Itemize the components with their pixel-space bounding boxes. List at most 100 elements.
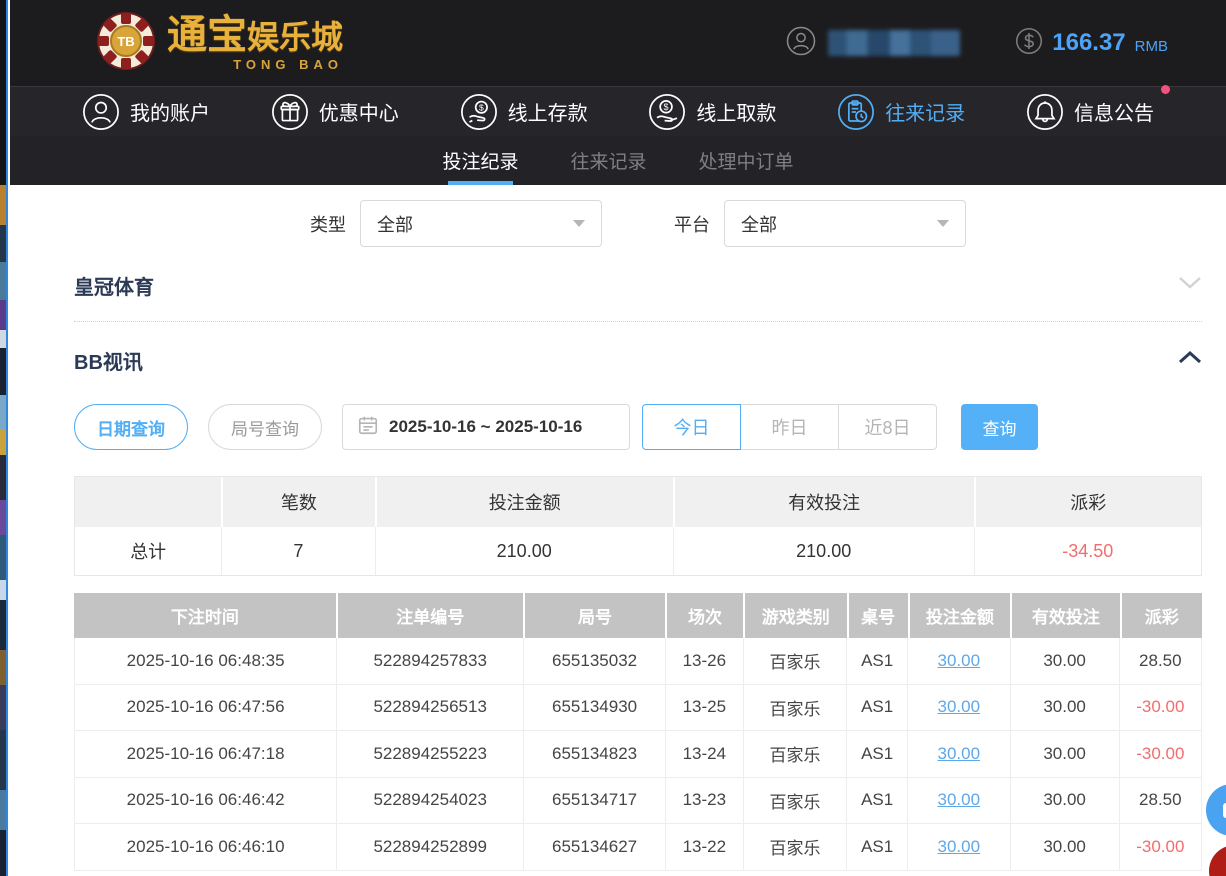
- table-cell: 30.00: [1010, 778, 1119, 824]
- column-header: 下注时间: [74, 593, 336, 638]
- platform-select[interactable]: 全部: [724, 200, 966, 247]
- nav-item-withdraw[interactable]: $ 线上取款: [648, 93, 776, 131]
- platform-filter-group: 平台 全部: [674, 200, 966, 247]
- table-cell: 30.00: [907, 638, 1009, 684]
- nav-label: 我的账户: [130, 97, 210, 126]
- table-row: 2025-10-16 06:46:42522894254023655134717…: [75, 778, 1201, 825]
- table-cell: AS1: [846, 824, 907, 870]
- logo-title-big: 通宝: [167, 13, 247, 57]
- nav-item-deposit[interactable]: $ 线上存款: [460, 93, 588, 131]
- table-cell: 30.00: [1010, 824, 1119, 870]
- withdraw-icon: $: [648, 93, 686, 131]
- table-cell: -30.00: [1119, 731, 1201, 777]
- site-logo[interactable]: TB 通宝娱乐城 TONG BAO: [95, 10, 343, 77]
- table-cell: 30.00: [907, 778, 1009, 824]
- nav-label: 线上取款: [696, 97, 776, 126]
- column-header: 投注金额: [908, 593, 1011, 638]
- table-cell: 百家乐: [743, 685, 847, 731]
- date-range-input[interactable]: 2025-10-16 ~ 2025-10-16: [342, 404, 630, 450]
- table-cell: 522894252899: [336, 824, 523, 870]
- tab-transaction-records[interactable]: 往来记录: [570, 136, 646, 185]
- balance[interactable]: 166.37 RMB: [1015, 27, 1168, 60]
- bet-detail-table: 下注时间 注单编号 局号 场次 游戏类别 桌号 投注金额 有效投注 派彩 202…: [74, 593, 1202, 871]
- nav-item-promotions[interactable]: 优惠中心: [271, 93, 399, 131]
- summary-valid-bet: 210.00: [673, 527, 974, 575]
- table-cell: 30.00: [1010, 685, 1119, 731]
- section-title: BB视讯: [74, 346, 143, 375]
- nav-label: 线上存款: [508, 97, 588, 126]
- chevron-down-icon: [573, 220, 585, 227]
- summary-count: 7: [221, 527, 374, 575]
- content: 类型 全部 平台 全部 皇冠体育: [10, 200, 1226, 871]
- table-cell: AS1: [846, 685, 907, 731]
- top-header: TB 通宝娱乐城 TONG BAO: [10, 0, 1226, 86]
- table-cell: AS1: [846, 638, 907, 684]
- table-cell: 百家乐: [743, 731, 847, 777]
- bet-amount-link[interactable]: 30.00: [938, 651, 981, 671]
- search-button[interactable]: 查询: [961, 404, 1038, 450]
- column-header: 注单编号: [336, 593, 523, 638]
- date-query-button[interactable]: 日期查询: [74, 404, 188, 450]
- nav-item-records[interactable]: 往来记录: [837, 93, 965, 131]
- table-cell: 百家乐: [743, 638, 847, 684]
- svg-text:$: $: [479, 102, 484, 112]
- column-header: 桌号: [847, 593, 908, 638]
- yesterday-button[interactable]: 昨日: [740, 404, 839, 450]
- table-cell: 28.50: [1119, 638, 1201, 684]
- column-header: 场次: [665, 593, 743, 638]
- logo-title-small: 娱乐城: [247, 19, 343, 55]
- bet-table-body: 2025-10-16 06:48:35522894257833655135032…: [74, 638, 1202, 871]
- last-8-days-button[interactable]: 近8日: [838, 404, 937, 450]
- table-cell: 13-25: [665, 685, 743, 731]
- table-cell: 522894256513: [336, 685, 523, 731]
- type-filter-group: 类型 全部: [310, 200, 602, 247]
- chevron-down-icon[interactable]: [1178, 275, 1202, 295]
- dollar-circle-icon: [1015, 27, 1043, 60]
- table-cell: AS1: [846, 731, 907, 777]
- table-cell: -30.00: [1119, 824, 1201, 870]
- summary-header-cell: 笔数: [221, 477, 374, 527]
- user-avatar-icon: [786, 26, 816, 61]
- bet-amount-link[interactable]: 30.00: [938, 697, 981, 717]
- chip-tb-text: TB: [117, 34, 134, 49]
- nav-label: 往来记录: [885, 97, 965, 126]
- type-select[interactable]: 全部: [360, 200, 602, 247]
- bet-amount-link[interactable]: 30.00: [938, 744, 981, 764]
- tab-bet-records[interactable]: 投注纪录: [442, 136, 518, 185]
- bet-table-header: 下注时间 注单编号 局号 场次 游戏类别 桌号 投注金额 有效投注 派彩: [74, 593, 1202, 638]
- column-header: 有效投注: [1010, 593, 1119, 638]
- balance-currency: RMB: [1135, 38, 1168, 55]
- section-bb-video[interactable]: BB视讯: [74, 330, 1202, 390]
- table-cell: 2025-10-16 06:48:35: [75, 638, 336, 684]
- table-cell: 13-23: [665, 778, 743, 824]
- table-cell: 30.00: [907, 824, 1009, 870]
- bet-amount-link[interactable]: 30.00: [938, 790, 981, 810]
- column-header: 派彩: [1120, 593, 1202, 638]
- chevron-down-icon: [937, 220, 949, 227]
- summary-total-row: 总计 7 210.00 210.00 -34.50: [75, 527, 1201, 575]
- chevron-up-icon[interactable]: [1178, 350, 1202, 370]
- nav-label: 优惠中心: [319, 97, 399, 126]
- summary-bet-amount: 210.00: [375, 527, 673, 575]
- table-row: 2025-10-16 06:46:10522894252899655134627…: [75, 824, 1201, 871]
- nav-item-my-account[interactable]: 我的账户: [82, 93, 210, 131]
- round-query-button[interactable]: 局号查询: [208, 404, 322, 450]
- table-cell: 655135032: [523, 638, 665, 684]
- summary-header-cell: 有效投注: [673, 477, 974, 527]
- table-cell: 30.00: [1010, 731, 1119, 777]
- tab-processing-orders[interactable]: 处理中订单: [699, 136, 794, 185]
- table-cell: 30.00: [907, 731, 1009, 777]
- today-button[interactable]: 今日: [642, 404, 741, 450]
- table-row: 2025-10-16 06:47:18522894255223655134823…: [75, 731, 1201, 778]
- logo-text: 通宝娱乐城 TONG BAO: [167, 15, 343, 72]
- table-cell: 30.00: [907, 685, 1009, 731]
- user-area[interactable]: [786, 26, 960, 61]
- section-crown-sports[interactable]: 皇冠体育: [74, 255, 1202, 315]
- date-range-value: 2025-10-16 ~ 2025-10-16: [389, 417, 582, 437]
- logo-subtitle: TONG BAO: [167, 57, 343, 72]
- calendar-icon: [357, 414, 379, 441]
- nav-item-announcements[interactable]: 信息公告: [1026, 93, 1154, 131]
- screen-edge-artifact: [0, 0, 8, 876]
- table-cell: 30.00: [1010, 638, 1119, 684]
- bet-amount-link[interactable]: 30.00: [938, 837, 981, 857]
